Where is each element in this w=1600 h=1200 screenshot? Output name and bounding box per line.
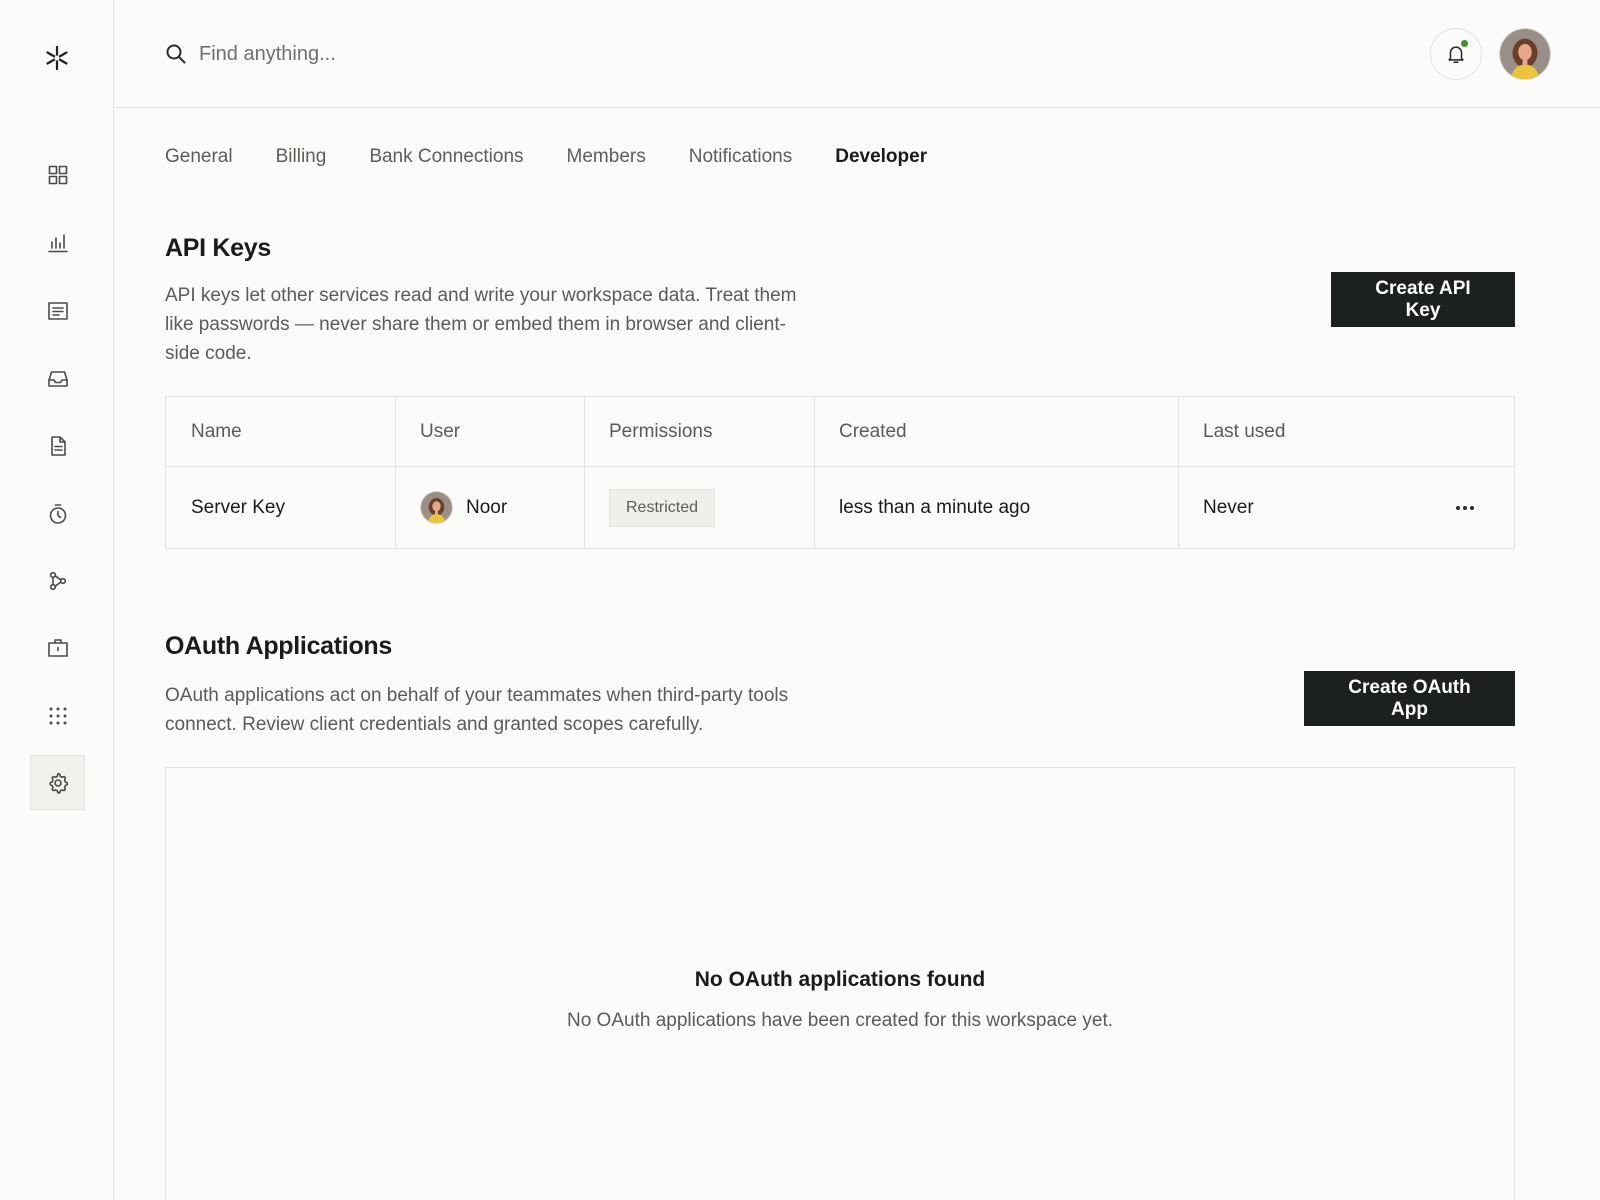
user-avatar[interactable] bbox=[1499, 28, 1551, 80]
ellipsis-icon bbox=[1456, 506, 1474, 510]
empty-state-title: No OAuth applications found bbox=[694, 968, 986, 991]
oauth-description: OAuth applications act on behalf of your… bbox=[165, 685, 789, 735]
asterisk-logo-icon[interactable] bbox=[43, 44, 71, 72]
tab-general[interactable]: General bbox=[165, 146, 233, 172]
settings-tabs: General Billing Bank Connections Members… bbox=[165, 146, 970, 172]
cell-user-name: Noor bbox=[466, 496, 508, 518]
bar-chart-icon bbox=[47, 233, 68, 252]
cell-created: less than a minute ago bbox=[839, 496, 1031, 518]
column-header-name: Name bbox=[191, 420, 242, 442]
sidebar-item-transactions[interactable] bbox=[30, 283, 85, 338]
sidebar-item-documents[interactable] bbox=[30, 418, 85, 473]
sidebar-item-settings[interactable] bbox=[30, 755, 85, 810]
grid-icon bbox=[48, 165, 67, 184]
create-api-key-button[interactable]: Create API Key bbox=[1331, 272, 1515, 327]
column-header-user: User bbox=[420, 420, 461, 442]
create-oauth-app-button[interactable]: Create OAuth App bbox=[1304, 671, 1515, 726]
column-header-created: Created bbox=[839, 420, 907, 442]
row-more-options-button[interactable] bbox=[1448, 491, 1482, 525]
tab-notifications[interactable]: Notifications bbox=[689, 146, 793, 172]
permission-badge: Restricted bbox=[609, 488, 716, 527]
notifications-button[interactable] bbox=[1430, 28, 1482, 80]
briefcase-icon bbox=[47, 638, 68, 657]
empty-state-description: No OAuth applications have been created … bbox=[566, 1010, 1114, 1031]
user-avatar-image bbox=[1500, 29, 1550, 79]
tab-members[interactable]: Members bbox=[567, 146, 646, 172]
oauth-title: OAuth Applications bbox=[165, 632, 392, 660]
sidebar-item-analytics[interactable] bbox=[30, 215, 85, 270]
sidebar-item-apps[interactable] bbox=[30, 688, 85, 743]
tab-developer[interactable]: Developer bbox=[835, 146, 927, 172]
timer-icon bbox=[49, 503, 66, 524]
oauth-empty-state: No OAuth applications found No OAuth app… bbox=[165, 767, 1515, 1200]
search-icon bbox=[166, 44, 186, 64]
sidebar-item-inbox[interactable] bbox=[30, 351, 85, 406]
flow-icon bbox=[49, 571, 66, 590]
sidebar bbox=[0, 0, 114, 1200]
api-keys-title: API Keys bbox=[165, 234, 271, 262]
user-avatar-small bbox=[420, 491, 453, 524]
cell-last-used: Never bbox=[1203, 496, 1254, 518]
search-input[interactable] bbox=[199, 36, 599, 72]
sidebar-item-time-tracking[interactable] bbox=[30, 486, 85, 541]
sidebar-item-workflows[interactable] bbox=[30, 553, 85, 608]
cell-key-name: Server Key bbox=[191, 496, 285, 518]
api-keys-description: API keys let other services read and wri… bbox=[165, 285, 797, 364]
sidebar-item-dashboard[interactable] bbox=[30, 147, 85, 202]
cell-permissions: Restricted bbox=[584, 466, 814, 549]
inbox-icon bbox=[47, 370, 68, 387]
column-header-last-used: Last used bbox=[1203, 420, 1286, 442]
sidebar-item-vault[interactable] bbox=[30, 620, 85, 675]
tab-bank-connections[interactable]: Bank Connections bbox=[369, 146, 523, 172]
column-header-permissions: Permissions bbox=[609, 420, 713, 442]
api-keys-table: Name User Permissions Created Last used … bbox=[165, 396, 1515, 549]
cell-user: Noor bbox=[395, 466, 584, 549]
tab-billing[interactable]: Billing bbox=[276, 146, 327, 172]
notification-dot bbox=[1460, 39, 1469, 48]
list-icon bbox=[47, 301, 68, 320]
apps-grid-icon bbox=[49, 707, 66, 724]
document-icon bbox=[50, 435, 66, 456]
gear-icon bbox=[48, 772, 68, 794]
top-bar bbox=[115, 0, 1600, 108]
